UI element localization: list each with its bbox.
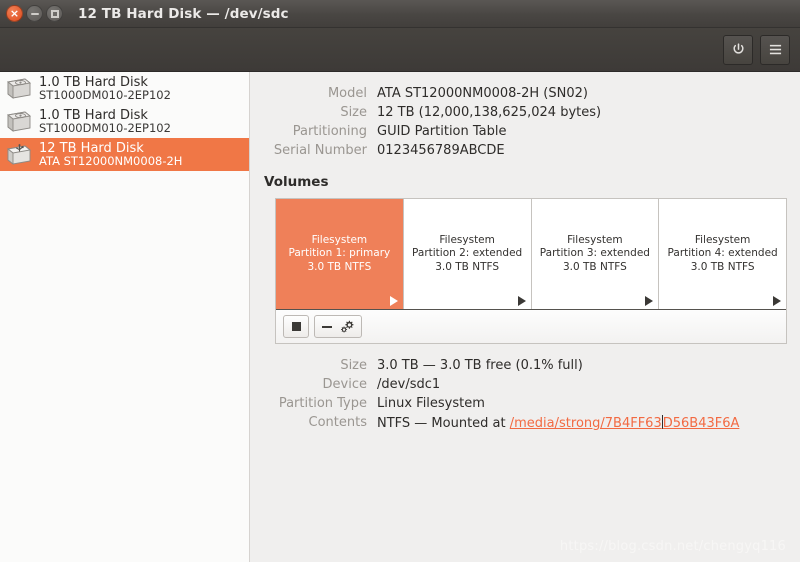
field-label: Size bbox=[340, 105, 367, 120]
drive-info-row-serial-number: Serial Number 0123456789ABCDE bbox=[262, 141, 788, 160]
partition-number-label: Partition 4: extended bbox=[667, 247, 778, 260]
volume-info-row-partition-type: Partition Type Linux Filesystem bbox=[262, 394, 788, 413]
sidebar-item-disk-1[interactable]: 1.0 TB Hard Disk ST1000DM010-2EP102 bbox=[0, 72, 249, 105]
sidebar-item-text: 1.0 TB Hard Disk ST1000DM010-2EP102 bbox=[39, 109, 171, 135]
partition-number-label: Partition 2: extended bbox=[412, 247, 523, 260]
partition-block-3[interactable]: Filesystem Partition 3: extended 3.0 TB … bbox=[531, 199, 660, 309]
partition-block-1[interactable]: Filesystem Partition 1: primary 3.0 TB N… bbox=[276, 199, 404, 309]
partition-type-label: Filesystem bbox=[694, 233, 751, 246]
partition-type-label: Filesystem bbox=[567, 233, 623, 246]
disk-name: 12 TB Hard Disk bbox=[39, 141, 144, 156]
window-title: 12 TB Hard Disk — /dev/sdc bbox=[78, 5, 289, 22]
field-label: Serial Number bbox=[273, 143, 367, 158]
maximize-window-button[interactable] bbox=[46, 5, 63, 22]
minimize-icon bbox=[30, 12, 39, 15]
drive-info-row-partitioning: Partitioning GUID Partition Table bbox=[262, 122, 788, 141]
partition-type-label: Filesystem bbox=[439, 233, 495, 246]
partition-size-label: 3.0 TB NTFS bbox=[562, 260, 627, 273]
field-label: Model bbox=[327, 86, 367, 101]
sidebar-item-disk-3[interactable]: 12 TB Hard Disk ATA ST12000NM0008-2H bbox=[0, 138, 249, 171]
mount-point-link[interactable]: /media/strong/7B4FF63D56B43F6A bbox=[509, 415, 740, 431]
field-value: /dev/sdc1 bbox=[377, 377, 441, 392]
mount-path-after-caret: D56B43F6A bbox=[662, 416, 740, 431]
disks-application-window: × 12 TB Hard Disk — /dev/sdc 1.0 TB Hard… bbox=[0, 0, 800, 562]
watermark-text: https://blog.csdn.net/chengyq116 bbox=[559, 539, 786, 554]
field-value: ATA ST12000NM0008-2H (SN02) bbox=[377, 86, 588, 101]
volume-info-row-device: Device /dev/sdc1 bbox=[262, 375, 788, 394]
partition-labels: Filesystem Partition 2: extended 3.0 TB … bbox=[408, 234, 526, 275]
partition-size-label: 3.0 TB NTFS bbox=[690, 260, 755, 273]
power-off-button[interactable] bbox=[723, 34, 753, 65]
partition-size-label: 3.0 TB NTFS bbox=[307, 260, 372, 273]
disk-name: 1.0 TB Hard Disk bbox=[39, 75, 148, 90]
drive-info-row-model: Model ATA ST12000NM0008-2H (SN02) bbox=[262, 84, 788, 103]
volume-info-row-size: Size 3.0 TB — 3.0 TB free (0.1% full) bbox=[262, 356, 788, 375]
partition-block-2[interactable]: Filesystem Partition 2: extended 3.0 TB … bbox=[403, 199, 532, 309]
partition-expand-arrow-icon[interactable] bbox=[517, 296, 526, 306]
partition-labels: Filesystem Partition 3: extended 3.0 TB … bbox=[536, 234, 654, 275]
internal-hard-disk-icon bbox=[5, 76, 33, 102]
field-value: Linux Filesystem bbox=[377, 396, 485, 411]
partition-actions-button-group[interactable] bbox=[314, 315, 362, 338]
disk-model: ST1000DM010-2EP102 bbox=[39, 121, 171, 135]
partition-expand-arrow-icon[interactable] bbox=[389, 296, 398, 306]
partition-block-4[interactable]: Filesystem Partition 4: extended 3.0 TB … bbox=[659, 199, 786, 309]
app-header-bar bbox=[0, 28, 800, 72]
internal-hard-disk-icon bbox=[5, 109, 33, 135]
volumes-section-title: Volumes bbox=[264, 174, 329, 190]
partition-expand-arrow-icon[interactable] bbox=[645, 296, 654, 306]
field-value: GUID Partition Table bbox=[377, 124, 507, 139]
partition-labels: Filesystem Partition 1: primary 3.0 TB N… bbox=[285, 234, 395, 275]
drive-info-table: Model ATA ST12000NM0008-2H (SN02) Size 1… bbox=[262, 84, 788, 160]
power-icon bbox=[732, 43, 744, 54]
maximize-icon bbox=[50, 9, 59, 18]
mount-path-before-caret: /media/strong/7B4FF63 bbox=[509, 416, 662, 431]
hamburger-menu-button[interactable] bbox=[760, 34, 790, 65]
field-label: Partition Type bbox=[278, 396, 367, 411]
title-bar: × 12 TB Hard Disk — /dev/sdc bbox=[0, 0, 800, 28]
volumes-toolbar bbox=[276, 310, 786, 343]
drive-info-row-size: Size 12 TB (12,000,138,625,024 bytes) bbox=[262, 103, 788, 122]
minus-icon bbox=[322, 325, 332, 328]
disk-model: ST1000DM010-2EP102 bbox=[39, 88, 171, 102]
volume-info-row-contents: Contents NTFS — Mounted at /media/strong… bbox=[262, 413, 788, 433]
volumes-widget: Filesystem Partition 1: primary 3.0 TB N… bbox=[275, 198, 787, 344]
minimize-window-button[interactable] bbox=[26, 5, 43, 22]
field-value: NTFS — Mounted at /media/strong/7B4FF63D… bbox=[377, 413, 788, 433]
partition-expand-arrow-icon[interactable] bbox=[773, 296, 781, 306]
sidebar-item-text: 12 TB Hard Disk ATA ST12000NM0008-2H bbox=[39, 142, 182, 168]
unmount-volume-button[interactable] bbox=[283, 315, 309, 338]
partition-size-label: 3.0 TB NTFS bbox=[435, 260, 499, 273]
field-label: Device bbox=[322, 377, 367, 392]
field-label: Contents bbox=[308, 415, 367, 430]
field-label: Partitioning bbox=[292, 124, 367, 139]
stop-square-icon bbox=[291, 322, 301, 331]
field-value: 12 TB (12,000,138,625,024 bytes) bbox=[377, 105, 602, 120]
partition-number-label: Partition 1: primary bbox=[288, 247, 391, 260]
sidebar-item-text: 1.0 TB Hard Disk ST1000DM010-2EP102 bbox=[39, 76, 171, 102]
usb-hard-disk-icon bbox=[5, 142, 33, 168]
partition-bar: Filesystem Partition 1: primary 3.0 TB N… bbox=[276, 199, 786, 310]
close-window-button[interactable]: × bbox=[6, 5, 23, 22]
drive-detail-pane: Model ATA ST12000NM0008-2H (SN02) Size 1… bbox=[250, 72, 800, 562]
volume-info-table: Size 3.0 TB — 3.0 TB free (0.1% full) De… bbox=[262, 356, 788, 433]
disk-name: 1.0 TB Hard Disk bbox=[39, 108, 148, 123]
field-value: 0123456789ABCDE bbox=[377, 143, 505, 158]
hamburger-icon bbox=[769, 44, 781, 55]
partition-number-label: Partition 3: extended bbox=[539, 247, 650, 260]
disk-model: ATA ST12000NM0008-2H bbox=[39, 154, 183, 168]
sidebar-item-disk-2[interactable]: 1.0 TB Hard Disk ST1000DM010-2EP102 bbox=[0, 105, 249, 138]
window-body: 1.0 TB Hard Disk ST1000DM010-2EP102 1.0 … bbox=[0, 72, 800, 562]
field-value: 3.0 TB — 3.0 TB free (0.1% full) bbox=[377, 358, 583, 373]
partition-labels: Filesystem Partition 4: extended 3.0 TB … bbox=[664, 234, 782, 275]
gears-icon bbox=[341, 320, 354, 333]
field-label: Size bbox=[340, 358, 367, 373]
devices-sidebar: 1.0 TB Hard Disk ST1000DM010-2EP102 1.0 … bbox=[0, 72, 250, 562]
contents-prefix: NTFS — Mounted at bbox=[377, 416, 510, 431]
partition-type-label: Filesystem bbox=[311, 233, 368, 246]
